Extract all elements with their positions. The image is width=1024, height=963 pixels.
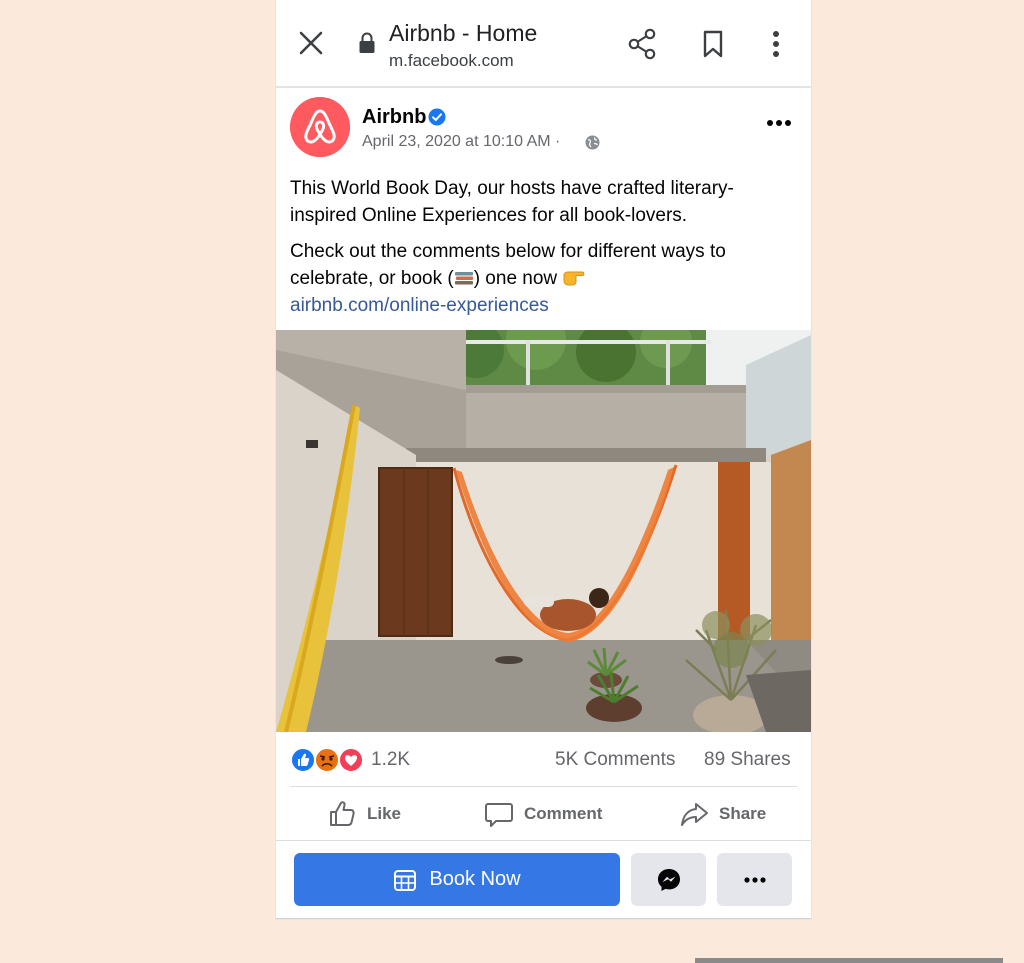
share-label: Share (719, 804, 767, 823)
home-indicator (695, 958, 1003, 963)
divider (276, 840, 811, 841)
messenger-icon (657, 868, 680, 891)
browser-toolbar: Airbnb - Home m.facebook.com (276, 0, 811, 88)
page-name[interactable]: Airbnb (362, 106, 426, 129)
divider (290, 786, 797, 787)
post-body: This World Book Day, our hosts have craf… (290, 175, 795, 328)
share-arrow-icon (681, 803, 708, 826)
comments-count[interactable]: 5K Comments (555, 749, 675, 771)
post-options-icon[interactable] (766, 119, 792, 127)
comment-button[interactable]: Comment (484, 795, 602, 833)
bookmark-icon[interactable] (702, 30, 724, 58)
thumbs-up-icon (330, 801, 355, 826)
share-button[interactable]: Share (679, 795, 766, 833)
more-vertical-icon[interactable] (772, 30, 780, 58)
post-photo[interactable] (276, 330, 811, 732)
post-paragraph-2-end: ) one now (473, 268, 563, 289)
pointing-right-emoji-icon (563, 271, 585, 286)
lock-icon (359, 32, 375, 53)
calendar-icon (394, 869, 417, 891)
reaction-count[interactable]: 1.2K (371, 749, 410, 771)
browser-url[interactable]: m.facebook.com (389, 51, 514, 71)
mobile-browser-window: Airbnb - Home m.facebook.com Airbnb Apri… (276, 0, 811, 919)
post-paragraph-1: This World Book Day, our hosts have craf… (290, 178, 734, 226)
comment-icon (485, 803, 513, 827)
airbnb-logo-avatar[interactable] (290, 97, 350, 157)
shares-count[interactable]: 89 Shares (704, 749, 791, 771)
book-now-button[interactable]: Book Now (294, 853, 620, 906)
reactions-summary-icons[interactable] (290, 747, 368, 773)
browser-page-title[interactable]: Airbnb - Home (389, 20, 537, 47)
books-emoji-icon (454, 272, 473, 285)
globe-icon (585, 135, 600, 150)
verified-badge-icon (428, 108, 446, 126)
comment-label: Comment (524, 804, 603, 823)
like-label: Like (367, 804, 402, 823)
book-now-label: Book Now (429, 868, 521, 890)
more-options-button[interactable] (717, 853, 792, 906)
ellipsis-icon (743, 876, 766, 883)
close-icon[interactable] (298, 30, 324, 56)
post-link[interactable]: airbnb.com/online-experiences (290, 295, 549, 316)
post-timestamp[interactable]: April 23, 2020 at 10:10 AM · (362, 133, 560, 151)
messenger-button[interactable] (631, 853, 706, 906)
like-button[interactable]: Like (327, 795, 401, 833)
share-icon[interactable] (627, 28, 657, 60)
post-paragraph-2: Check out the comments below for differe… (290, 238, 795, 319)
